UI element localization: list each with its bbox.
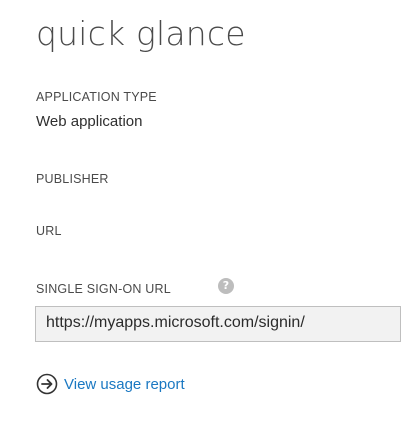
quick-glance-panel: quick glance APPLICATION TYPE Web applic… <box>0 0 420 443</box>
single-sign-on-url-label: SINGLE SIGN-ON URL <box>36 282 171 296</box>
question-circle-icon[interactable]: ? <box>218 278 234 294</box>
single-sign-on-url-field[interactable]: https://myapps.microsoft.com/signin/ <box>35 306 401 342</box>
arrow-right-circle-icon <box>36 373 58 395</box>
publisher-label: PUBLISHER <box>36 172 109 186</box>
application-type-value: Web application <box>36 113 143 130</box>
url-label: URL <box>36 224 62 238</box>
panel-title: quick glance <box>36 14 246 53</box>
view-usage-report-link[interactable]: View usage report <box>36 371 185 397</box>
application-type-label: APPLICATION TYPE <box>36 90 157 104</box>
view-usage-report-label: View usage report <box>64 375 185 393</box>
